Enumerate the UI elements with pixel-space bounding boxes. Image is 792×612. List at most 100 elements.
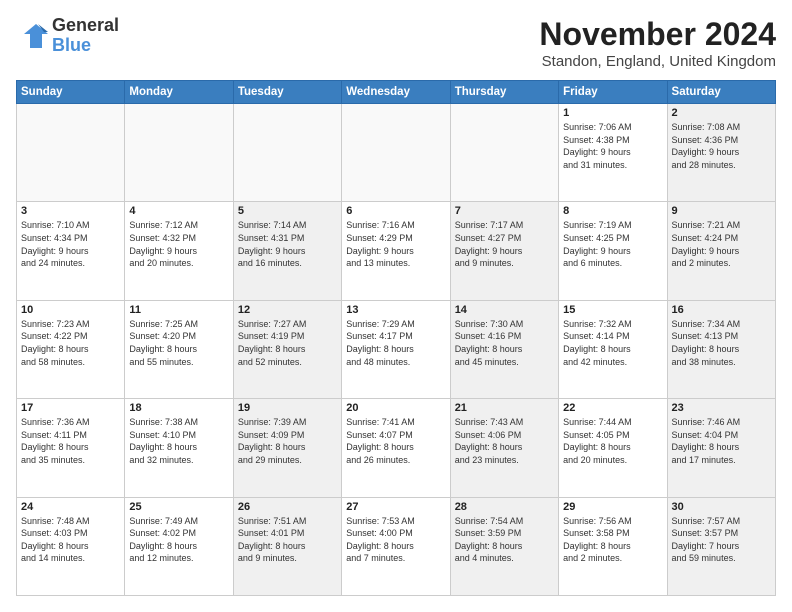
day-number: 17 bbox=[21, 402, 120, 414]
day-info: Sunrise: 7:46 AM Sunset: 4:04 PM Dayligh… bbox=[672, 416, 771, 466]
logo-line1: General bbox=[52, 16, 119, 36]
calendar-cell: 11 Sunrise: 7:25 AM Sunset: 4:20 PM Dayli… bbox=[125, 300, 233, 398]
logo: General Blue bbox=[16, 16, 119, 56]
calendar-cell: 26 Sunrise: 7:51 AM Sunset: 4:01 PM Dayli… bbox=[233, 497, 341, 595]
day-info: Sunrise: 7:56 AM Sunset: 3:58 PM Dayligh… bbox=[563, 515, 662, 565]
calendar-cell bbox=[233, 104, 341, 202]
calendar-cell: 21 Sunrise: 7:43 AM Sunset: 4:06 PM Dayli… bbox=[450, 399, 558, 497]
calendar-cell: 24 Sunrise: 7:48 AM Sunset: 4:03 PM Dayli… bbox=[17, 497, 125, 595]
day-number: 5 bbox=[238, 205, 337, 217]
day-number: 18 bbox=[129, 402, 228, 414]
day-info: Sunrise: 7:43 AM Sunset: 4:06 PM Dayligh… bbox=[455, 416, 554, 466]
day-number: 9 bbox=[672, 205, 771, 217]
calendar-cell: 27 Sunrise: 7:53 AM Sunset: 4:00 PM Dayli… bbox=[342, 497, 450, 595]
calendar-cell: 5 Sunrise: 7:14 AM Sunset: 4:31 PM Daylig… bbox=[233, 202, 341, 300]
week-row-4: 17 Sunrise: 7:36 AM Sunset: 4:11 PM Dayli… bbox=[17, 399, 776, 497]
day-number: 28 bbox=[455, 501, 554, 513]
week-row-3: 10 Sunrise: 7:23 AM Sunset: 4:22 PM Dayli… bbox=[17, 300, 776, 398]
day-number: 4 bbox=[129, 205, 228, 217]
calendar-cell: 19Sunrise: 7:39 AM Sunset: 4:09 PM Dayli… bbox=[233, 399, 341, 497]
calendar-cell: 1 Sunrise: 7:06 AM Sunset: 4:38 PM Daylig… bbox=[559, 104, 667, 202]
day-number: 26 bbox=[238, 501, 337, 513]
day-info: Sunrise: 7:19 AM Sunset: 4:25 PM Dayligh… bbox=[563, 219, 662, 269]
calendar-cell bbox=[450, 104, 558, 202]
day-number: 19 bbox=[238, 402, 337, 414]
calendar-cell: 18 Sunrise: 7:38 AM Sunset: 4:10 PM Dayli… bbox=[125, 399, 233, 497]
calendar-cell: 3 Sunrise: 7:10 AM Sunset: 4:34 PM Daylig… bbox=[17, 202, 125, 300]
day-info: Sunrise: 7:36 AM Sunset: 4:11 PM Dayligh… bbox=[21, 416, 120, 466]
day-info: Sunrise: 7:54 AM Sunset: 3:59 PM Dayligh… bbox=[455, 515, 554, 565]
day-number: 11 bbox=[129, 304, 228, 316]
day-info: Sunrise: 7:17 AM Sunset: 4:27 PM Dayligh… bbox=[455, 219, 554, 269]
weekday-header-wednesday: Wednesday bbox=[342, 81, 450, 104]
day-info: Sunrise: 7:10 AM Sunset: 4:34 PM Dayligh… bbox=[21, 219, 120, 269]
day-info: Sunrise: 7:41 AM Sunset: 4:07 PM Dayligh… bbox=[346, 416, 445, 466]
day-number: 14 bbox=[455, 304, 554, 316]
calendar-cell: 13 Sunrise: 7:29 AM Sunset: 4:17 PM Dayli… bbox=[342, 300, 450, 398]
day-info: Sunrise: 7:48 AM Sunset: 4:03 PM Dayligh… bbox=[21, 515, 120, 565]
calendar-cell: 12 Sunrise: 7:27 AM Sunset: 4:19 PM Dayli… bbox=[233, 300, 341, 398]
calendar-cell bbox=[17, 104, 125, 202]
day-number: 29 bbox=[563, 501, 662, 513]
weekday-header-sunday: Sunday bbox=[17, 81, 125, 104]
calendar: SundayMondayTuesdayWednesdayThursdayFrid… bbox=[16, 80, 776, 596]
day-info: Sunrise: 7:12 AM Sunset: 4:32 PM Dayligh… bbox=[129, 219, 228, 269]
calendar-cell: 16 Sunrise: 7:34 AM Sunset: 4:13 PM Dayli… bbox=[667, 300, 775, 398]
calendar-cell: 23 Sunrise: 7:46 AM Sunset: 4:04 PM Dayli… bbox=[667, 399, 775, 497]
calendar-cell: 22Sunrise: 7:44 AM Sunset: 4:05 PM Dayli… bbox=[559, 399, 667, 497]
calendar-cell: 14Sunrise: 7:30 AM Sunset: 4:16 PM Dayli… bbox=[450, 300, 558, 398]
calendar-cell: 8 Sunrise: 7:19 AM Sunset: 4:25 PM Daylig… bbox=[559, 202, 667, 300]
day-number: 23 bbox=[672, 402, 771, 414]
day-number: 13 bbox=[346, 304, 445, 316]
day-number: 7 bbox=[455, 205, 554, 217]
header: General Blue November 2024 Standon, Engl… bbox=[16, 16, 776, 70]
day-info: Sunrise: 7:27 AM Sunset: 4:19 PM Dayligh… bbox=[238, 318, 337, 368]
day-info: Sunrise: 7:38 AM Sunset: 4:10 PM Dayligh… bbox=[129, 416, 228, 466]
day-number: 20 bbox=[346, 402, 445, 414]
title-block: November 2024 Standon, England, United K… bbox=[539, 16, 776, 70]
day-number: 2 bbox=[672, 107, 771, 119]
day-info: Sunrise: 7:14 AM Sunset: 4:31 PM Dayligh… bbox=[238, 219, 337, 269]
day-number: 3 bbox=[21, 205, 120, 217]
logo-line2: Blue bbox=[52, 36, 119, 56]
day-number: 16 bbox=[672, 304, 771, 316]
day-number: 6 bbox=[346, 205, 445, 217]
calendar-cell: 9 Sunrise: 7:21 AM Sunset: 4:24 PM Daylig… bbox=[667, 202, 775, 300]
day-info: Sunrise: 7:25 AM Sunset: 4:20 PM Dayligh… bbox=[129, 318, 228, 368]
day-info: Sunrise: 7:53 AM Sunset: 4:00 PM Dayligh… bbox=[346, 515, 445, 565]
weekday-header-thursday: Thursday bbox=[450, 81, 558, 104]
day-number: 10 bbox=[21, 304, 120, 316]
day-info: Sunrise: 7:34 AM Sunset: 4:13 PM Dayligh… bbox=[672, 318, 771, 368]
day-info: Sunrise: 7:51 AM Sunset: 4:01 PM Dayligh… bbox=[238, 515, 337, 565]
day-number: 22 bbox=[563, 402, 662, 414]
day-number: 27 bbox=[346, 501, 445, 513]
week-row-2: 3 Sunrise: 7:10 AM Sunset: 4:34 PM Daylig… bbox=[17, 202, 776, 300]
day-number: 30 bbox=[672, 501, 771, 513]
day-number: 24 bbox=[21, 501, 120, 513]
calendar-cell: 4 Sunrise: 7:12 AM Sunset: 4:32 PM Daylig… bbox=[125, 202, 233, 300]
calendar-cell: 15Sunrise: 7:32 AM Sunset: 4:14 PM Dayli… bbox=[559, 300, 667, 398]
day-number: 8 bbox=[563, 205, 662, 217]
page: General Blue November 2024 Standon, Engl… bbox=[0, 0, 792, 612]
week-row-1: 1 Sunrise: 7:06 AM Sunset: 4:38 PM Daylig… bbox=[17, 104, 776, 202]
day-info: Sunrise: 7:08 AM Sunset: 4:36 PM Dayligh… bbox=[672, 121, 771, 171]
day-info: Sunrise: 7:32 AM Sunset: 4:14 PM Dayligh… bbox=[563, 318, 662, 368]
weekday-header-friday: Friday bbox=[559, 81, 667, 104]
logo-icon bbox=[16, 20, 48, 52]
day-number: 21 bbox=[455, 402, 554, 414]
day-info: Sunrise: 7:16 AM Sunset: 4:29 PM Dayligh… bbox=[346, 219, 445, 269]
day-number: 1 bbox=[563, 107, 662, 119]
day-number: 12 bbox=[238, 304, 337, 316]
calendar-cell: 7 Sunrise: 7:17 AM Sunset: 4:27 PM Daylig… bbox=[450, 202, 558, 300]
weekday-header-tuesday: Tuesday bbox=[233, 81, 341, 104]
day-info: Sunrise: 7:21 AM Sunset: 4:24 PM Dayligh… bbox=[672, 219, 771, 269]
calendar-cell bbox=[342, 104, 450, 202]
day-info: Sunrise: 7:29 AM Sunset: 4:17 PM Dayligh… bbox=[346, 318, 445, 368]
weekday-header-saturday: Saturday bbox=[667, 81, 775, 104]
day-number: 25 bbox=[129, 501, 228, 513]
logo-text: General Blue bbox=[52, 16, 119, 56]
day-info: Sunrise: 7:06 AM Sunset: 4:38 PM Dayligh… bbox=[563, 121, 662, 171]
calendar-cell: 28 Sunrise: 7:54 AM Sunset: 3:59 PM Dayli… bbox=[450, 497, 558, 595]
calendar-cell: 29 Sunrise: 7:56 AM Sunset: 3:58 PM Dayli… bbox=[559, 497, 667, 595]
day-info: Sunrise: 7:23 AM Sunset: 4:22 PM Dayligh… bbox=[21, 318, 120, 368]
